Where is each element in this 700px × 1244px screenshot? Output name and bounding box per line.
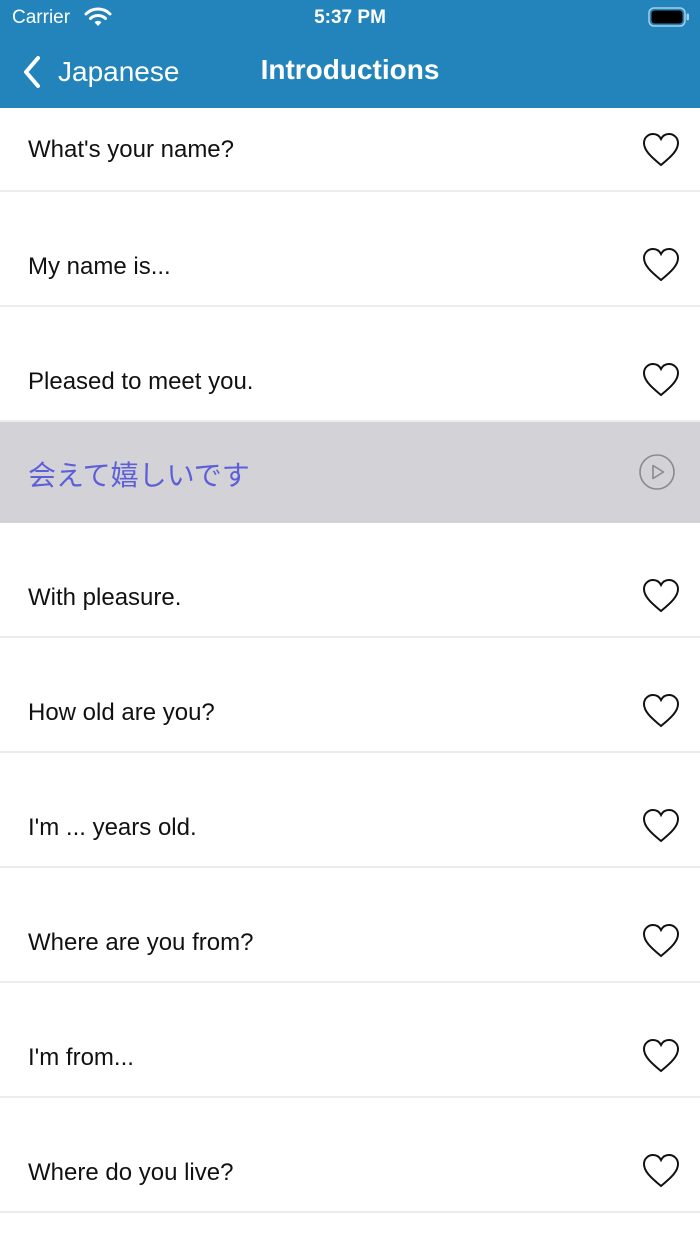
battery-icon (648, 7, 689, 27)
phrase-row[interactable]: How old are you? (0, 638, 700, 753)
page-title: Introductions (260, 54, 440, 85)
phrase-label: Where are you from? (28, 929, 254, 956)
phrase-label: I'm ... years old. (28, 814, 197, 841)
navigation-bar: Japanese Introductions (0, 40, 700, 108)
phrase-label: Pleased to meet you. (28, 368, 254, 395)
heart-icon[interactable] (642, 693, 680, 729)
phrase-row[interactable]: I'm from... (0, 983, 700, 1098)
status-bar: Carrier 5:37 PM (0, 0, 700, 40)
phrase-row[interactable]: Where do you live? (0, 1098, 700, 1213)
heart-icon[interactable] (642, 578, 680, 614)
heart-icon[interactable] (642, 1153, 680, 1189)
phrase-row[interactable]: Where are you from? (0, 868, 700, 983)
phrase-row[interactable]: I'm ... years old. (0, 753, 700, 868)
heart-icon[interactable] (642, 808, 680, 844)
play-icon[interactable] (638, 453, 676, 491)
phrase-label: How old are you? (28, 699, 215, 726)
phrase-row-selected[interactable]: Pleased to meet you. (0, 307, 700, 422)
phrase-label: My name is... (28, 253, 171, 280)
heart-icon[interactable] (642, 362, 680, 398)
heart-icon[interactable] (642, 923, 680, 959)
heart-icon[interactable] (642, 1038, 680, 1074)
heart-icon[interactable] (642, 132, 680, 168)
phrase-row[interactable]: My name is... (0, 192, 700, 307)
translation-row[interactable]: 会えて嬉しいです (0, 422, 700, 523)
status-time: 5:37 PM (314, 7, 386, 28)
phrase-row[interactable]: With pleasure. (0, 523, 700, 638)
app-header: Carrier 5:37 PM Japanese Introductions (0, 0, 700, 108)
translation-text: 会えて嬉しいです (28, 459, 250, 492)
phrase-row[interactable]: What's your name? (0, 108, 700, 192)
phrase-label: What's your name? (28, 136, 235, 163)
phrase-label: Where do you live? (28, 1159, 234, 1186)
phrase-label: With pleasure. (28, 584, 182, 611)
phrase-label: I'm from... (28, 1044, 134, 1071)
heart-icon[interactable] (642, 247, 680, 283)
phrase-list: What's your name? My name is... Pleased … (0, 108, 700, 1213)
